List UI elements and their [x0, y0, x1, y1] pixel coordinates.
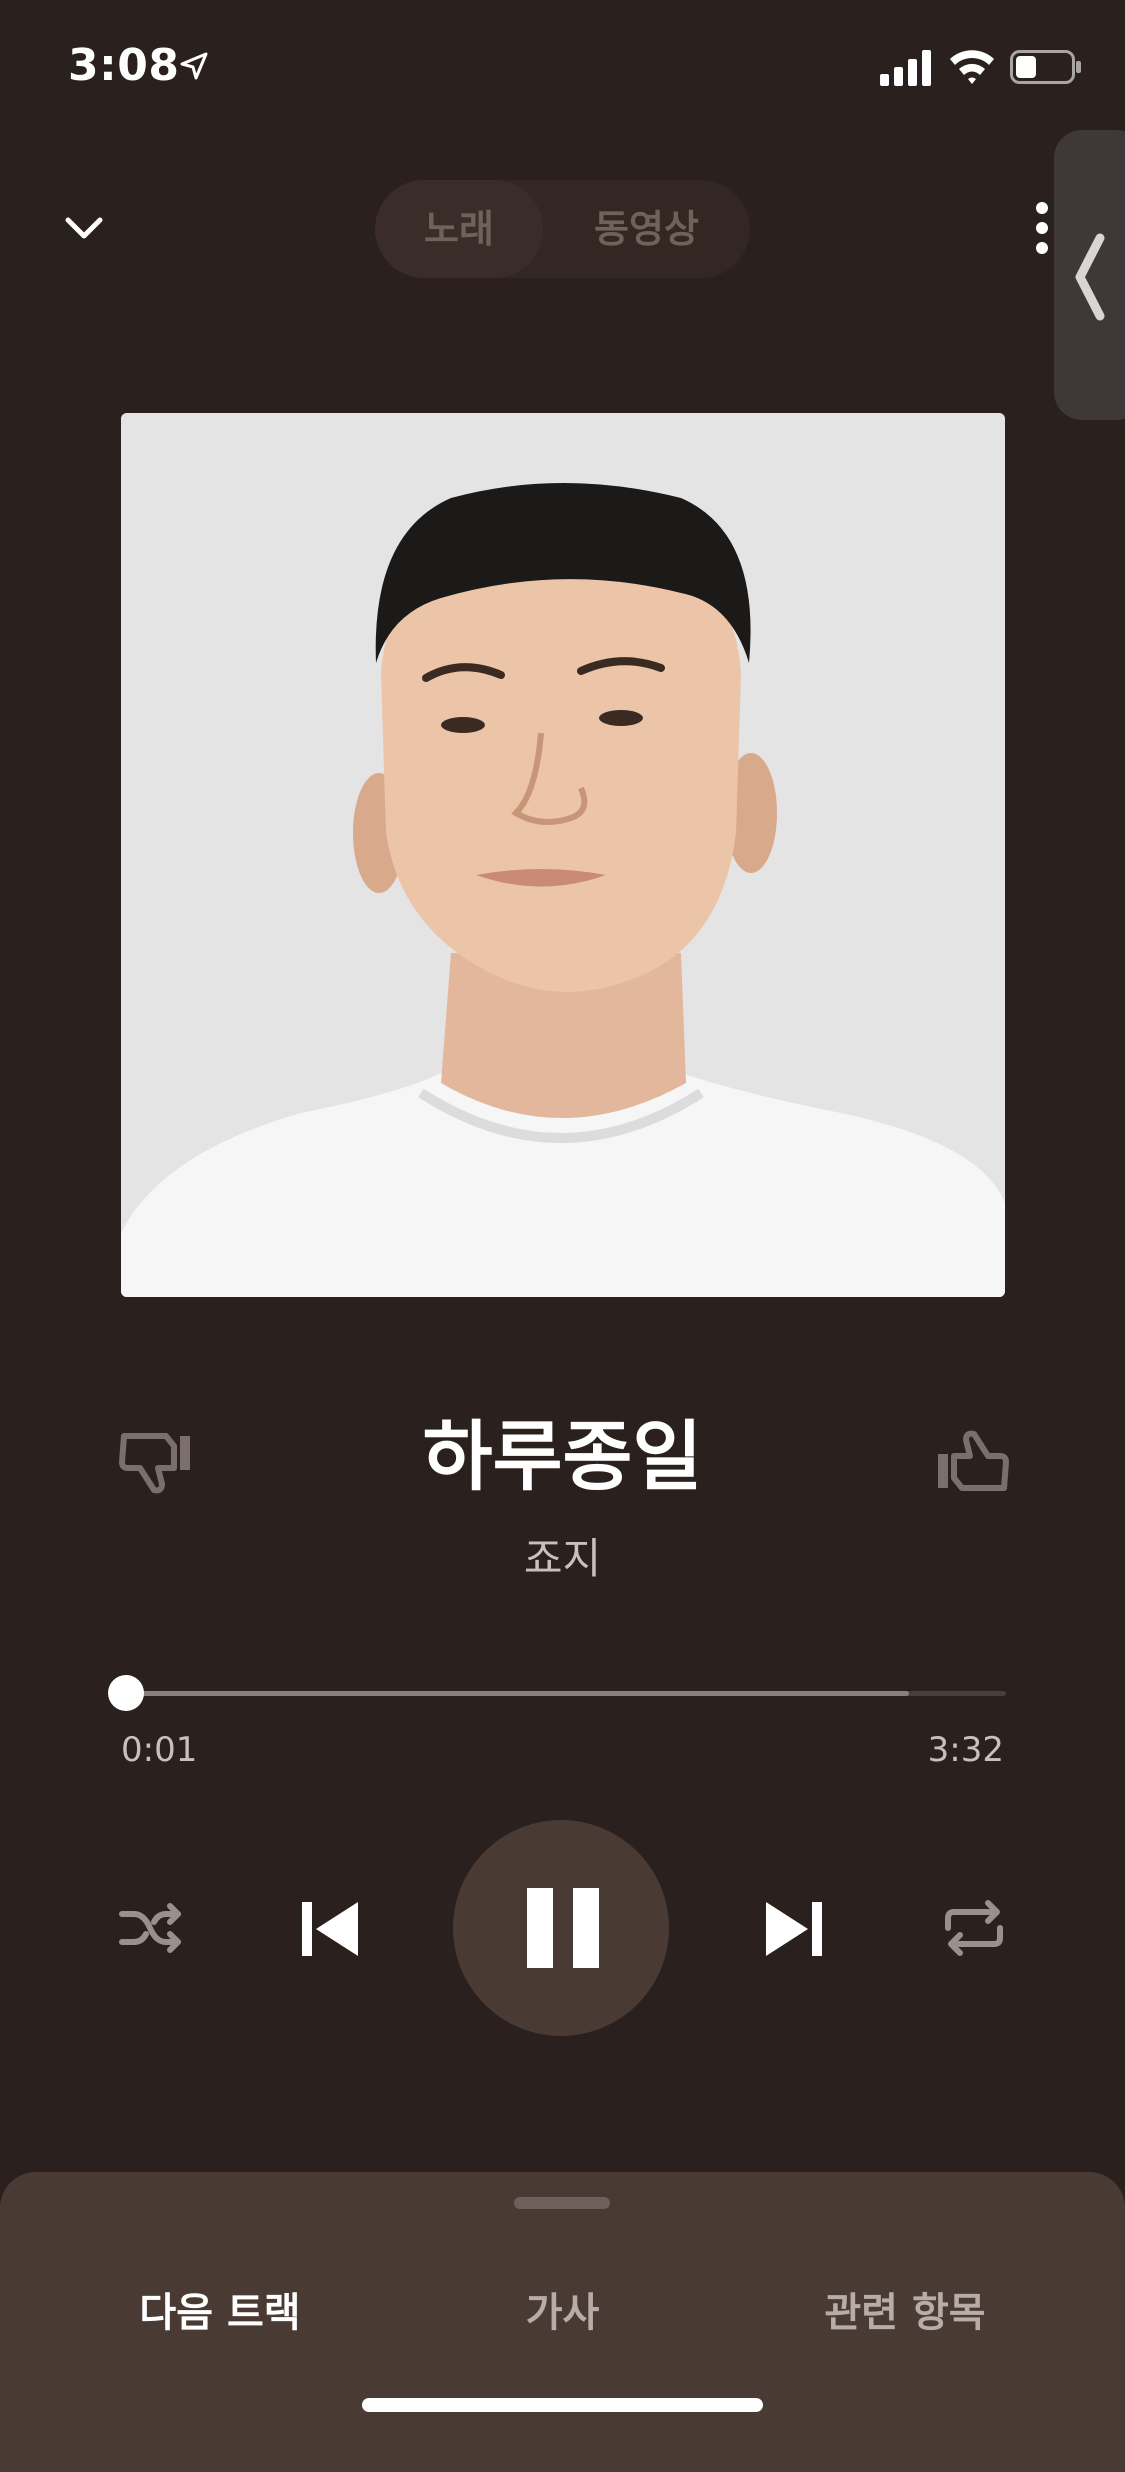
- tab-video[interactable]: 동영상: [543, 180, 750, 278]
- album-art-portrait: [121, 413, 1005, 1297]
- previous-track-icon[interactable]: [300, 1898, 362, 1960]
- tab-up-next[interactable]: 다음 트랙: [100, 2280, 340, 2338]
- location-arrow-icon: [180, 52, 208, 80]
- more-options-icon[interactable]: [1028, 200, 1056, 256]
- status-time: 3:08: [68, 40, 180, 91]
- song-video-toggle: 노래 동영상: [375, 180, 750, 278]
- thumbs-down-icon[interactable]: [118, 1422, 198, 1502]
- cellular-signal-icon: [880, 50, 931, 86]
- song-title: 하루종일: [422, 1412, 703, 1501]
- wifi-icon: [950, 50, 994, 84]
- next-track-icon[interactable]: [762, 1898, 824, 1960]
- total-time: 3:32: [927, 1730, 1004, 1770]
- progress-buffered: [122, 1691, 909, 1696]
- sheet-drag-handle[interactable]: [514, 2197, 610, 2209]
- thumbs-up-icon[interactable]: [930, 1422, 1010, 1502]
- current-time: 0:01: [121, 1730, 198, 1770]
- tab-related[interactable]: 관련 항목: [780, 2280, 1030, 2338]
- tab-lyrics[interactable]: 가사: [440, 2280, 685, 2338]
- home-indicator[interactable]: [362, 2398, 763, 2412]
- tab-song[interactable]: 노래: [375, 180, 543, 278]
- repeat-icon[interactable]: [942, 1898, 1006, 1958]
- shuffle-icon[interactable]: [118, 1900, 184, 1956]
- chevron-left-icon[interactable]: [1070, 232, 1110, 322]
- collapse-chevron-icon[interactable]: [62, 206, 106, 250]
- pause-icon[interactable]: [523, 1886, 603, 1970]
- album-art: [121, 413, 1005, 1297]
- progress-scrubber[interactable]: [108, 1675, 144, 1711]
- artist-name[interactable]: 죠지: [200, 1525, 925, 1586]
- battery-icon: [1010, 50, 1081, 84]
